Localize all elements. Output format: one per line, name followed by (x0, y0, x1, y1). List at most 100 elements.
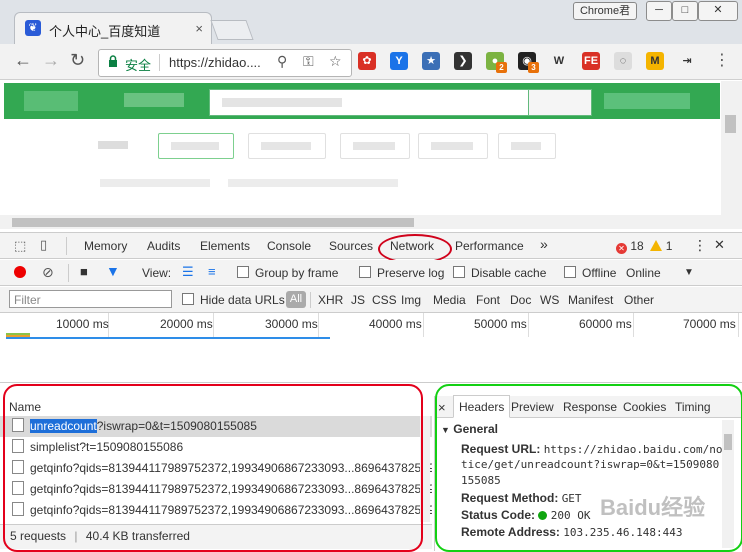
filter-media[interactable]: Media (433, 293, 466, 307)
page-chip[interactable] (340, 133, 410, 159)
filter-all[interactable]: All (286, 291, 306, 308)
timeline-bar (6, 337, 30, 339)
page-chip[interactable] (498, 133, 556, 159)
bookmark-star-icon[interactable]: ☆ (329, 53, 342, 70)
watermark: Baidu经验 (600, 495, 706, 520)
more-tabs-icon[interactable]: » (540, 236, 548, 252)
inspect-element-icon[interactable]: ⬚ (14, 238, 26, 254)
throttling-select[interactable]: Online (626, 266, 661, 280)
tab-elements[interactable]: Elements (200, 239, 250, 253)
ext-9-icon[interactable]: ◌ (614, 52, 632, 70)
page-header-text (124, 93, 184, 107)
filter-separator (310, 292, 311, 308)
hide-data-urls-checkbox[interactable]: Hide data URLs (182, 293, 285, 307)
tab-performance[interactable]: Performance (455, 239, 524, 253)
large-rows-icon[interactable]: ☰ (182, 264, 194, 280)
preserve-log-checkbox[interactable]: Preserve log (359, 266, 444, 280)
tab-memory[interactable]: Memory (84, 239, 127, 253)
key-icon[interactable]: ⚿ (303, 53, 314, 70)
browser-tab[interactable]: ❦ 个人中心_百度知道 × (14, 12, 212, 45)
ext-8-icon[interactable]: FE (582, 52, 600, 70)
ext-4-icon[interactable]: ❯ (454, 52, 472, 70)
profile-button[interactable]: Chrome君 (573, 2, 637, 20)
scroll-thumb[interactable] (725, 115, 736, 133)
group-by-frame-label: Group by frame (255, 266, 339, 280)
console-counts[interactable]: ✕ 18 1 (616, 239, 672, 254)
page-chip[interactable] (158, 133, 234, 159)
ext-2-icon[interactable]: Y (390, 52, 408, 70)
close-window-button[interactable]: ✕ (698, 1, 738, 21)
tab-console[interactable]: Console (267, 239, 311, 253)
tab-sources[interactable]: Sources (329, 239, 373, 253)
filter-css[interactable]: CSS (372, 293, 397, 307)
page-search-button[interactable] (528, 89, 592, 116)
ext-1-icon[interactable]: ✿ (358, 52, 376, 70)
filter-other[interactable]: Other (624, 293, 654, 307)
chevron-down-icon[interactable]: ▼ (684, 267, 694, 278)
extension-badge: 3 (528, 62, 539, 73)
tab-audits[interactable]: Audits (147, 239, 180, 253)
warning-icon (650, 240, 663, 251)
filter-ws[interactable]: WS (540, 293, 559, 307)
back-icon[interactable]: ← (14, 50, 32, 71)
page-vertical-scrollbar[interactable] (721, 81, 742, 229)
filter-xhr[interactable]: XHR (318, 293, 343, 307)
checkbox-box (359, 266, 371, 278)
forward-icon[interactable]: → (42, 50, 60, 71)
page-horizontal-scrollbar[interactable] (0, 215, 721, 229)
filter-js[interactable]: JS (351, 293, 365, 307)
devtools-close-icon[interactable]: ✕ (714, 237, 725, 253)
browser-toolbar: ← → ↻ 安全 https://zhidao.... ⚲ ⚿ ☆ ✿ Y ★ ❯ ● 2… (0, 44, 742, 80)
ext-11-icon[interactable]: ⇥ (678, 52, 696, 70)
ext-5-icon[interactable]: ● 2 (486, 52, 507, 73)
page-chip[interactable] (418, 133, 488, 159)
preserve-log-label: Preserve log (377, 266, 445, 280)
maximize-button[interactable]: □ (672, 1, 698, 21)
page-header-banner (4, 83, 720, 119)
extension-badge: 2 (496, 62, 507, 73)
disable-cache-checkbox[interactable]: Disable cache (453, 266, 546, 280)
filter-input[interactable]: Filter (9, 290, 172, 308)
lock-icon (109, 55, 117, 67)
page-chip[interactable] (248, 133, 326, 159)
filter-bar: Filter Hide data URLs All XHR JS CSS Img… (0, 287, 742, 313)
timeline-bar (6, 335, 30, 337)
scroll-thumb[interactable] (12, 218, 414, 227)
filter-manifest[interactable]: Manifest (568, 293, 613, 307)
reload-icon[interactable]: ↻ (70, 50, 85, 71)
page-label (98, 141, 128, 149)
record-icon[interactable] (14, 266, 26, 278)
screenshot-icon[interactable]: ■ (80, 264, 88, 279)
ext-6-icon[interactable]: ◉ 3 (518, 52, 539, 73)
filter-font[interactable]: Font (476, 293, 500, 307)
checkbox-box (453, 266, 465, 278)
waterfall-icon[interactable]: ≡ (208, 264, 216, 279)
devtools-menu-icon[interactable]: ⋮ (693, 237, 707, 254)
ext-10-icon[interactable]: M (646, 52, 664, 70)
filter-img[interactable]: Img (401, 293, 421, 307)
network-overview[interactable]: 10000 ms 20000 ms 30000 ms 40000 ms 5000… (0, 313, 742, 383)
details-annotation (435, 384, 742, 552)
page-meta-line (100, 179, 210, 187)
device-toolbar-icon[interactable]: ▯ (40, 237, 47, 253)
offline-checkbox[interactable]: Offline (564, 266, 616, 280)
page-ask-button[interactable] (604, 93, 690, 109)
filter-doc[interactable]: Doc (510, 293, 531, 307)
filter-icon[interactable]: ▼ (106, 263, 120, 279)
timeline-tick-label: 30000 ms (265, 317, 318, 331)
close-tab-icon[interactable]: × (195, 21, 203, 36)
new-tab-button[interactable] (210, 20, 254, 40)
url-text[interactable]: https://zhidao.... (169, 55, 261, 70)
page-search-input[interactable] (209, 89, 529, 116)
timeline-gridline (213, 313, 214, 337)
timeline-gridline (633, 313, 634, 337)
chrome-menu-icon[interactable]: ⋮ (714, 50, 730, 70)
ext-7-icon[interactable]: W (550, 52, 568, 70)
minimize-button[interactable]: ─ (646, 1, 672, 21)
clear-icon[interactable]: ⊘ (42, 264, 54, 281)
group-by-frame-checkbox[interactable]: Group by frame (237, 266, 338, 280)
ext-3-icon[interactable]: ★ (422, 52, 440, 70)
zoom-icon[interactable]: ⚲ (277, 53, 287, 70)
page-content (0, 81, 742, 229)
address-bar[interactable]: 安全 https://zhidao.... ⚲ ⚿ ☆ (98, 49, 352, 77)
